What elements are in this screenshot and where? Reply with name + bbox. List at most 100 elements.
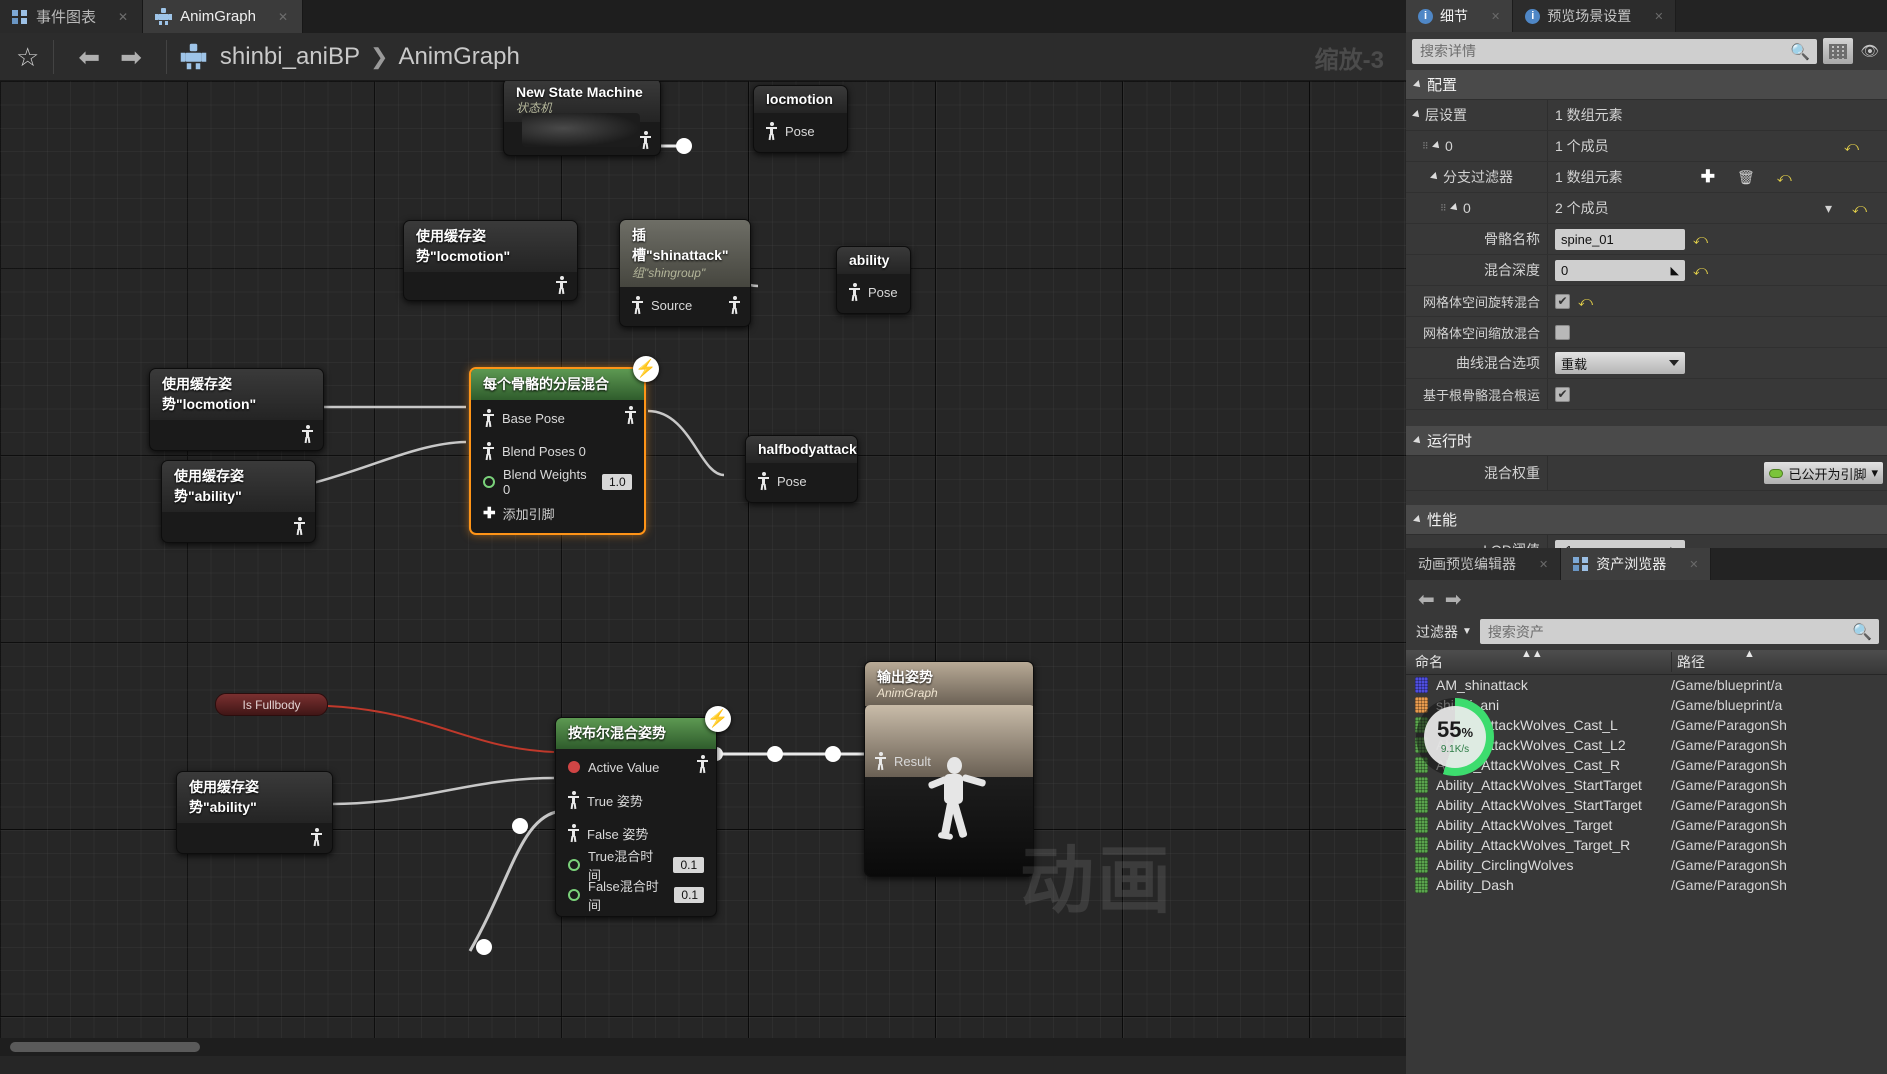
- pose-out-pin-icon[interactable]: [697, 755, 708, 774]
- pose-pin-icon[interactable]: [632, 296, 643, 315]
- node-pin-row[interactable]: False混合时间 0.1: [568, 879, 704, 913]
- node-use-cached-ability-mid[interactable]: 使用缓存姿势"ability": [161, 460, 316, 543]
- float-pin-icon[interactable]: [568, 859, 580, 871]
- reset-icon[interactable]: ⤺: [1693, 231, 1708, 248]
- bone-name-input[interactable]: spine_01: [1555, 228, 1685, 250]
- star-icon[interactable]: ☆: [16, 44, 39, 70]
- arrow-right-icon[interactable]: ➡: [110, 44, 152, 70]
- tab-anim-graph[interactable]: AnimGraph ✕: [143, 0, 304, 33]
- breadcrumb-root[interactable]: shinbi_aniBP: [220, 43, 360, 71]
- node-new-state-machine[interactable]: New State Machine 状态机: [503, 81, 661, 156]
- false-blend-time-input[interactable]: 0.1: [674, 887, 704, 903]
- grid-view-icon[interactable]: [1823, 38, 1853, 64]
- pose-pin-icon[interactable]: [568, 824, 579, 843]
- exposed-as-pin-button[interactable]: 已公开为引脚 ▾: [1764, 462, 1883, 484]
- blend-weight-input[interactable]: 1.0: [601, 474, 632, 490]
- column-path[interactable]: 路径 ▲: [1671, 648, 1887, 672]
- pose-pin-icon[interactable]: [294, 517, 305, 536]
- section-header-config[interactable]: 配置: [1406, 70, 1887, 100]
- asset-row[interactable]: Ability_Dash/Game/ParagonSh: [1406, 875, 1887, 895]
- float-pin-icon[interactable]: [483, 476, 495, 488]
- column-name[interactable]: 命名 ▲▲: [1406, 648, 1671, 672]
- chevron-down-icon[interactable]: [1430, 172, 1440, 182]
- node-pin-row[interactable]: True混合时间 0.1: [568, 849, 704, 883]
- close-icon[interactable]: ✕: [1654, 10, 1663, 23]
- horizontal-scrollbar[interactable]: [0, 1038, 1406, 1056]
- arrow-left-icon[interactable]: ⬅: [68, 44, 110, 70]
- pose-pin-icon[interactable]: [311, 828, 322, 847]
- chevron-down-icon[interactable]: [1450, 203, 1460, 213]
- node-layered-blend-per-bone[interactable]: 每个骨骼的分层混合 Base Pose Blend Poses 0 Blend: [469, 367, 646, 535]
- node-use-cached-ability-bottom[interactable]: 使用缓存姿势"ability": [176, 771, 333, 854]
- node-pin-row[interactable]: False 姿势: [568, 821, 704, 845]
- drag-handle-icon[interactable]: ⠿: [1422, 142, 1429, 151]
- arrow-right-icon[interactable]: ➡: [1445, 587, 1462, 612]
- asset-row[interactable]: Ability_AttackWolves_Target/Game/Paragon…: [1406, 815, 1887, 835]
- property-row-mesh-space-scale-blend[interactable]: 网格体空间缩放混合: [1406, 317, 1887, 348]
- node-slot-shinattack[interactable]: 插槽"shinattack" 组"shingroup" Source: [619, 219, 751, 327]
- asset-row[interactable]: Ability_AttackWolves_Target_R/Game/Parag…: [1406, 835, 1887, 855]
- property-row-blend-weight[interactable]: 混合权重 已公开为引脚 ▾: [1406, 456, 1887, 491]
- chevron-down-icon[interactable]: ▼: [1462, 626, 1472, 637]
- close-icon[interactable]: ✕: [1491, 10, 1500, 23]
- pose-out-pin-icon[interactable]: [729, 296, 740, 315]
- tab-asset-browser[interactable]: 资产浏览器 ✕: [1561, 548, 1712, 580]
- pose-pin-icon[interactable]: [766, 122, 777, 141]
- reset-icon[interactable]: ⤺: [1693, 262, 1708, 279]
- float-pin-icon[interactable]: [568, 889, 580, 901]
- pose-pin-icon[interactable]: [483, 409, 494, 428]
- property-row-blend-root-motion[interactable]: 基于根骨骼混合根运 ✔: [1406, 379, 1887, 410]
- node-halfbodyattack-cache[interactable]: halfbodyattack Pose: [745, 435, 858, 503]
- property-row-mesh-space-rotation-blend[interactable]: 网格体空间旋转混合 ✔ ⤺: [1406, 286, 1887, 317]
- property-row-layer-0[interactable]: ⠿ 0 1 个成员 ⤺: [1406, 131, 1887, 162]
- close-icon[interactable]: ✕: [1689, 558, 1698, 571]
- node-pin-row[interactable]: Pose: [849, 280, 898, 304]
- blend-root-motion-checkbox[interactable]: ✔: [1555, 386, 1570, 402]
- reset-icon[interactable]: ⤺: [1852, 200, 1867, 217]
- node-pin-row[interactable]: Source: [632, 293, 740, 317]
- sort-ascending-icon[interactable]: ▲▲: [1521, 648, 1543, 660]
- chevron-down-icon[interactable]: [1412, 110, 1422, 120]
- bool-pin-icon[interactable]: [568, 761, 580, 773]
- eye-icon[interactable]: 👁: [1859, 42, 1881, 60]
- asset-row[interactable]: AM_shinattack/Game/blueprint/a: [1406, 675, 1887, 695]
- node-output-pose[interactable]: 输出姿势 AnimGraph Result: [864, 661, 1034, 877]
- tab-details[interactable]: i 细节 ✕: [1406, 0, 1514, 32]
- trash-icon[interactable]: 🗑: [1737, 169, 1755, 186]
- node-pin-row[interactable]: Blend Weights 0 1.0: [483, 467, 632, 497]
- node-pin-row[interactable]: Active Value: [568, 755, 708, 779]
- asset-row[interactable]: Ability_CirclingWolves/Game/ParagonSh: [1406, 855, 1887, 875]
- node-pin-row[interactable]: True 姿势: [568, 788, 704, 812]
- node-locmotion-cache[interactable]: locmotion Pose: [753, 85, 848, 153]
- node-blend-poses-by-bool[interactable]: 按布尔混合姿势 Active Value True 姿势 False 姿势 Tr…: [555, 717, 717, 917]
- asset-search-input[interactable]: 搜索资产 🔍: [1479, 619, 1879, 644]
- pose-pin-icon[interactable]: [302, 425, 313, 444]
- node-pin-row[interactable]: Pose: [758, 469, 845, 493]
- pose-pin-icon[interactable]: [568, 791, 579, 810]
- property-row-blend-depth[interactable]: 混合深度 0 ◣ ⤺: [1406, 255, 1887, 286]
- node-use-cached-locmotion-mid[interactable]: 使用缓存姿势"locmotion": [149, 368, 324, 451]
- property-row-filter-0[interactable]: ⠿ 0 2 个成员 ▾ ⤺: [1406, 193, 1887, 224]
- node-pin-row[interactable]: Result: [875, 749, 931, 773]
- sort-ascending-icon[interactable]: ▲: [1744, 648, 1755, 660]
- property-row-branch-filters[interactable]: 分支过滤器 1 数组元素 ✚ 🗑 ⤺: [1406, 162, 1887, 193]
- reset-icon[interactable]: ⤺: [1777, 169, 1792, 186]
- close-icon[interactable]: ✕: [1539, 558, 1548, 571]
- reset-icon[interactable]: ⤺: [1844, 138, 1859, 155]
- pose-pin-icon[interactable]: [556, 276, 567, 295]
- chevron-down-icon[interactable]: ▾: [1825, 200, 1832, 217]
- chevron-down-icon[interactable]: [1432, 141, 1442, 151]
- pose-out-pin-icon[interactable]: [625, 406, 636, 425]
- spinner-icon[interactable]: ◣: [1671, 264, 1679, 277]
- arrow-left-icon[interactable]: ⬅: [1418, 587, 1435, 612]
- pose-pin-icon[interactable]: [875, 752, 886, 771]
- close-icon[interactable]: ✕: [278, 10, 288, 24]
- property-row-bone-name[interactable]: 骨骼名称 spine_01 ⤺: [1406, 224, 1887, 255]
- tab-animation-preview-editor[interactable]: 动画预览编辑器 ✕: [1406, 548, 1562, 580]
- asset-row[interactable]: Ability_AttackWolves_StartTarget/Game/Pa…: [1406, 775, 1887, 795]
- curve-blend-option-select[interactable]: 重载: [1555, 352, 1685, 374]
- details-search-input[interactable]: 搜索详情 🔍: [1412, 38, 1817, 64]
- property-row-curve-blend-option[interactable]: 曲线混合选项 重载: [1406, 348, 1887, 379]
- tab-event-graph[interactable]: 事件图表 ✕: [0, 0, 144, 33]
- true-blend-time-input[interactable]: 0.1: [673, 857, 704, 873]
